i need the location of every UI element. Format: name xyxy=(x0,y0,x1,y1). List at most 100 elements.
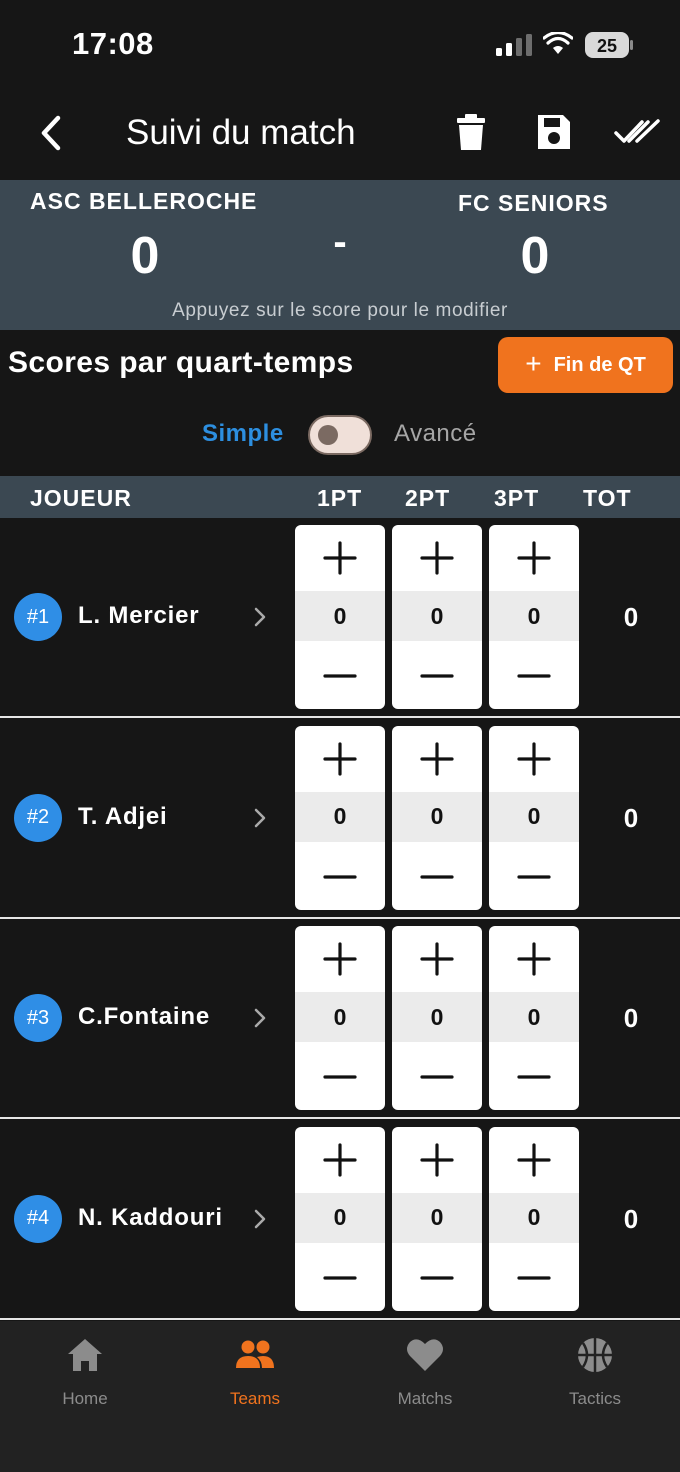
score-separator: - xyxy=(333,220,347,264)
stepper-2pt: 0 xyxy=(392,725,482,910)
decrement-2pt-button[interactable] xyxy=(392,1245,482,1311)
player-name[interactable]: N. Kaddouri xyxy=(78,1204,223,1232)
stepper-2pt: 0 xyxy=(392,1126,482,1311)
increment-1pt-button[interactable] xyxy=(295,726,385,792)
player-total: 0 xyxy=(623,1003,639,1033)
player-number-badge: #2 xyxy=(14,793,62,842)
value-2pt: 0 xyxy=(392,791,482,842)
column-header-1pt: 1PT xyxy=(317,485,363,511)
team-icon xyxy=(236,1340,274,1368)
player-number-badge: #3 xyxy=(14,994,62,1042)
tab-tactics[interactable]: Tactics xyxy=(510,1335,680,1425)
increment-3pt-button[interactable] xyxy=(489,926,579,992)
decrement-2pt-button[interactable] xyxy=(392,643,482,709)
increment-1pt-button[interactable] xyxy=(295,525,385,591)
plus-icon: + xyxy=(525,347,542,379)
decrement-1pt-button[interactable] xyxy=(295,643,385,709)
simple-mode-label[interactable]: Simple xyxy=(202,420,284,448)
value-2pt: 0 xyxy=(392,1192,482,1243)
decrement-3pt-button[interactable] xyxy=(489,1245,579,1311)
stepper-1pt: 0 xyxy=(295,525,385,709)
chevron-right-icon[interactable] xyxy=(252,606,268,628)
mode-switch[interactable] xyxy=(308,415,372,455)
stepper-1pt: 0 xyxy=(295,926,385,1110)
tab-teams-label: Teams xyxy=(229,1389,281,1408)
increment-2pt-button[interactable] xyxy=(392,726,482,792)
chevron-right-icon[interactable] xyxy=(252,807,268,829)
increment-1pt-button[interactable] xyxy=(295,926,385,992)
page-title: Suivi du match xyxy=(126,113,356,152)
player-row: #1 L. Mercier 0 0 0 0 xyxy=(0,518,680,718)
value-1pt: 0 xyxy=(295,591,385,641)
decrement-3pt-button[interactable] xyxy=(489,844,579,910)
home-team-name: ASC BELLEROCHE xyxy=(30,188,258,214)
decrement-3pt-button[interactable] xyxy=(489,1044,579,1110)
value-3pt: 0 xyxy=(489,992,579,1042)
column-header-player: JOUEUR xyxy=(30,485,132,511)
value-1pt: 0 xyxy=(295,1192,385,1243)
home-team-score[interactable]: 0 xyxy=(100,226,190,286)
increment-2pt-button[interactable] xyxy=(392,926,482,992)
stepper-3pt: 0 xyxy=(489,525,579,709)
bottom-tab-bar: Home Teams Matchs Tactics xyxy=(0,1321,680,1472)
increment-2pt-button[interactable] xyxy=(392,1127,482,1193)
trash-icon[interactable] xyxy=(455,112,487,152)
tab-teams[interactable]: Teams xyxy=(170,1335,340,1425)
increment-3pt-button[interactable] xyxy=(489,525,579,591)
save-icon[interactable] xyxy=(535,112,573,152)
quarter-scores-title: Scores par quart-temps xyxy=(8,346,354,379)
double-check-icon[interactable] xyxy=(614,116,662,148)
increment-3pt-button[interactable] xyxy=(489,1127,579,1193)
wifi-icon xyxy=(543,32,573,54)
stepper-3pt: 0 xyxy=(489,926,579,1110)
decrement-1pt-button[interactable] xyxy=(295,1245,385,1311)
column-header-3pt: 3PT xyxy=(494,485,540,511)
tab-home[interactable]: Home xyxy=(0,1335,170,1425)
advanced-mode-label[interactable]: Avancé xyxy=(394,420,477,448)
increment-3pt-button[interactable] xyxy=(489,726,579,792)
stepper-2pt: 0 xyxy=(392,926,482,1110)
tab-matchs-label: Matchs xyxy=(397,1389,453,1408)
stepper-1pt: 0 xyxy=(295,725,385,910)
status-bar: 17:08 25 xyxy=(0,0,680,90)
score-banner: ASC BELLEROCHE FC SENIORS 0 - 0 Appuyez … xyxy=(0,180,680,330)
player-number-badge: #4 xyxy=(14,1194,62,1243)
player-name[interactable]: C.Fontaine xyxy=(78,1003,210,1031)
decrement-1pt-button[interactable] xyxy=(295,1044,385,1110)
player-name[interactable]: T. Adjei xyxy=(78,803,168,831)
stepper-3pt: 0 xyxy=(489,1126,579,1311)
table-header: JOUEUR 1PT 2PT 3PT TOT xyxy=(0,476,680,518)
end-quarter-button[interactable]: + Fin de QT xyxy=(498,337,673,393)
player-total: 0 xyxy=(623,1203,639,1234)
chevron-right-icon[interactable] xyxy=(252,1007,268,1029)
decrement-3pt-button[interactable] xyxy=(489,643,579,709)
value-2pt: 0 xyxy=(392,992,482,1042)
player-row: #2 T. Adjei 0 0 0 0 xyxy=(0,719,680,919)
decrement-1pt-button[interactable] xyxy=(295,844,385,910)
score-edit-hint: Appuyez sur le score pour le modifier xyxy=(172,300,508,321)
away-team-name: FC SENIORS xyxy=(458,190,609,216)
decrement-2pt-button[interactable] xyxy=(392,1044,482,1110)
increment-1pt-button[interactable] xyxy=(295,1127,385,1193)
decrement-2pt-button[interactable] xyxy=(392,844,482,910)
chevron-right-icon[interactable] xyxy=(252,1208,268,1230)
stepper-2pt: 0 xyxy=(392,525,482,709)
cellular-signal-icon xyxy=(496,34,532,56)
player-number-badge: #1 xyxy=(14,593,62,641)
stepper-3pt: 0 xyxy=(489,725,579,910)
tab-tactics-label: Tactics xyxy=(569,1389,621,1408)
battery-icon: 25 xyxy=(585,32,633,58)
player-row: #4 N. Kaddouri 0 0 0 0 xyxy=(0,1120,680,1320)
player-row: #3 C.Fontaine 0 0 0 0 xyxy=(0,919,680,1119)
heart-icon xyxy=(407,1339,443,1371)
player-total: 0 xyxy=(623,802,639,833)
end-quarter-label: Fin de QT xyxy=(553,353,646,376)
player-total: 0 xyxy=(623,602,639,632)
battery-level: 25 xyxy=(597,36,617,56)
value-3pt: 0 xyxy=(489,1192,579,1243)
player-name[interactable]: L. Mercier xyxy=(78,602,199,630)
increment-2pt-button[interactable] xyxy=(392,525,482,591)
away-team-score[interactable]: 0 xyxy=(490,226,580,286)
back-arrow-icon[interactable] xyxy=(34,110,70,156)
tab-matchs[interactable]: Matchs xyxy=(340,1335,510,1425)
